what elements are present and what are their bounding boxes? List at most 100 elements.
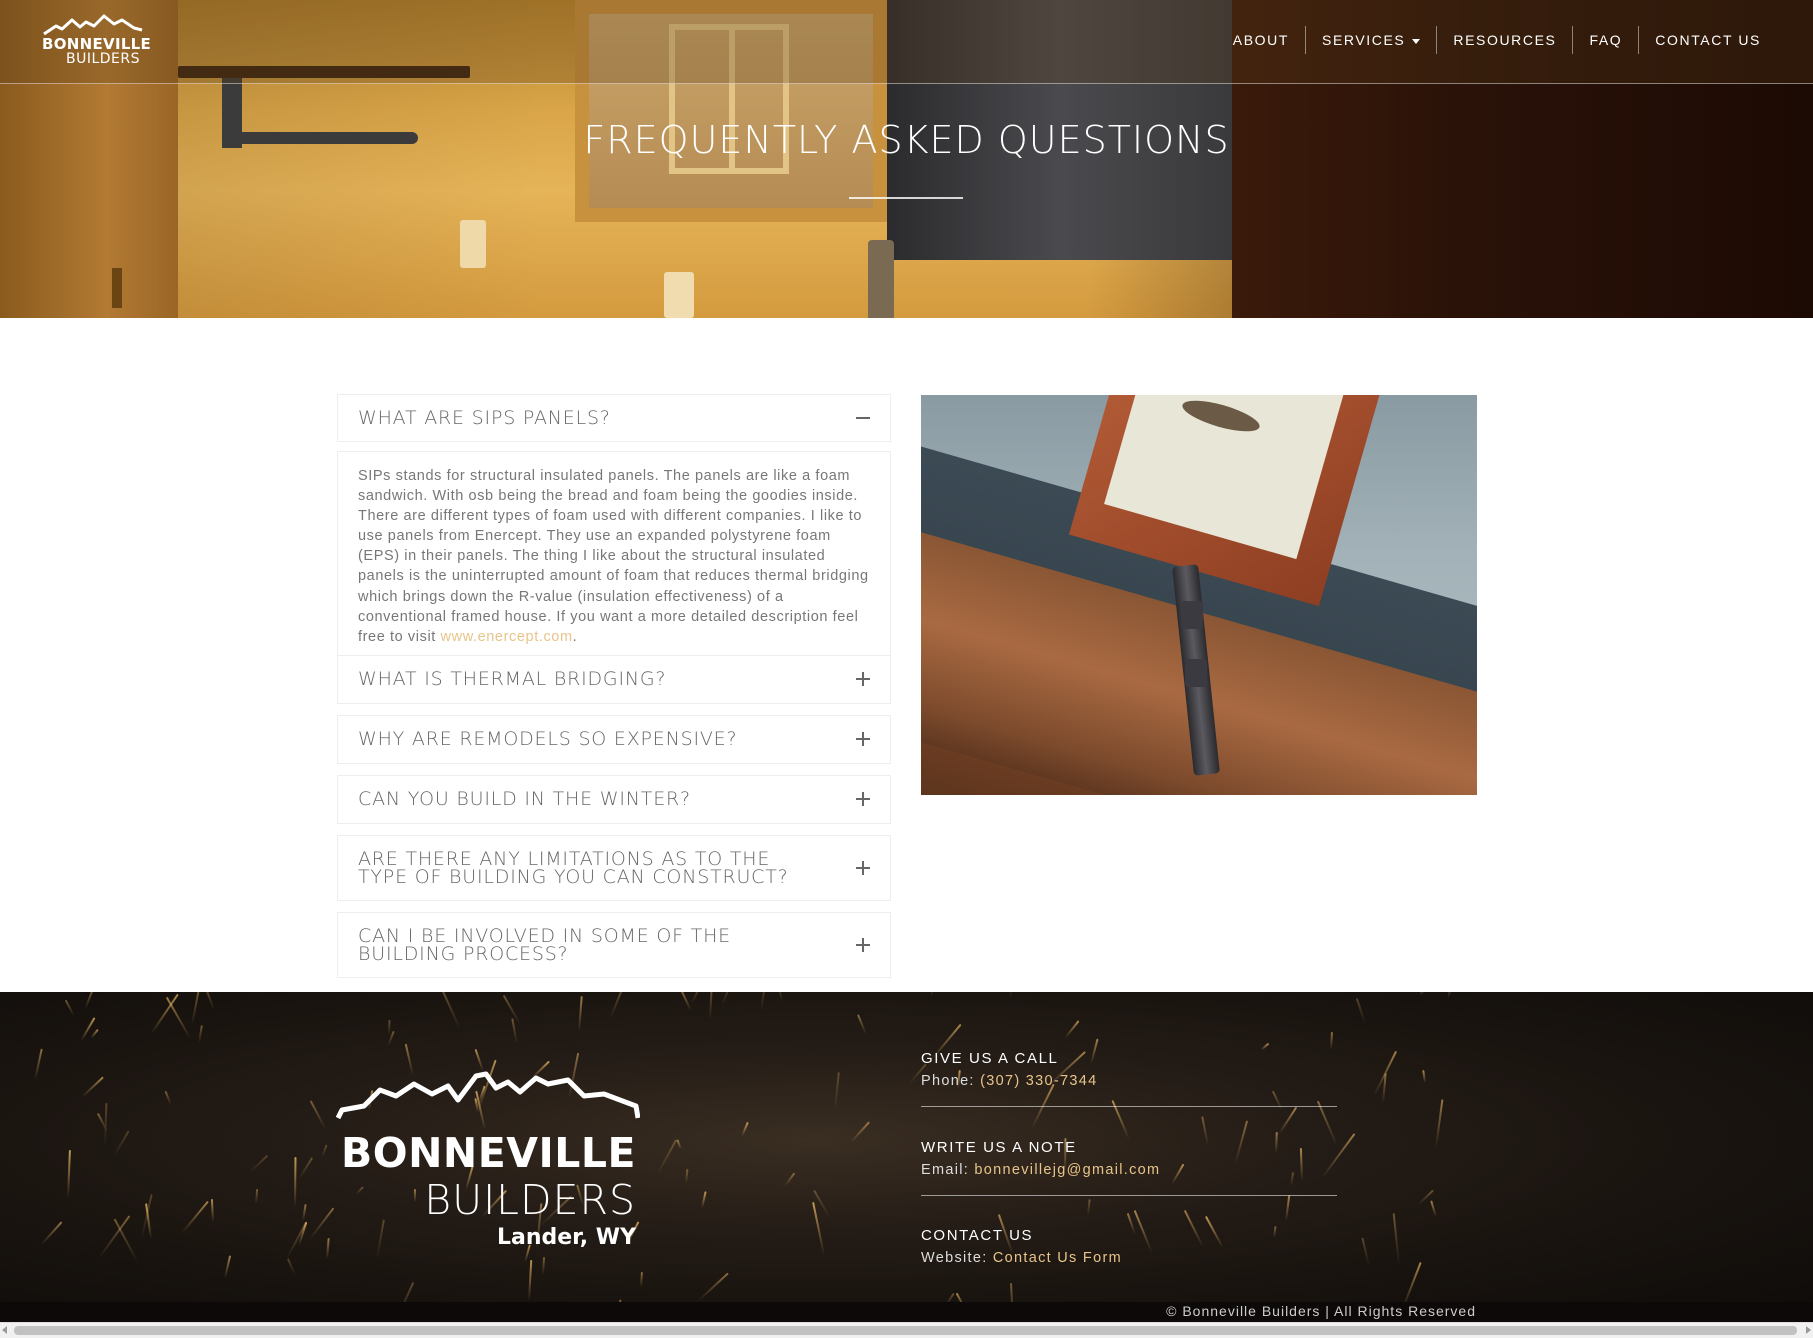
contact-call-line: Phone: (307) 330-7344 [921, 1070, 1337, 1092]
spark-decoration [697, 1273, 729, 1302]
horizontal-scrollbar[interactable] [0, 1322, 1813, 1338]
minus-icon[interactable] [856, 411, 870, 425]
spark-decoration [1361, 1237, 1370, 1267]
contact-call: GIVE US A CALL Phone: (307) 330-7344 [921, 1048, 1337, 1107]
plus-icon[interactable] [856, 860, 870, 875]
faq-question-text: CAN I BE INVOLVED IN SOME OF THE BUILDIN… [358, 924, 731, 965]
spark-decoration [1008, 992, 1012, 998]
nav-item-faq[interactable]: FAQ [1572, 26, 1638, 54]
hero-switch-image [460, 220, 486, 268]
header-logo[interactable]: BONNEVILLE BUILDERS [38, 14, 151, 70]
contact-divider [921, 1106, 1337, 1107]
nav-item-resources[interactable]: RESOURCES [1436, 26, 1572, 54]
spark-decoration [79, 1017, 96, 1042]
spark-decoration [1087, 1198, 1092, 1216]
plus-icon[interactable] [856, 792, 870, 807]
spark-decoration [1392, 1212, 1400, 1265]
enercept-link[interactable]: www.enercept.com [441, 629, 573, 645]
spark-decoration [191, 992, 201, 1026]
spark-decoration [609, 992, 632, 1020]
spark-decoration [309, 1207, 335, 1240]
faq-question-involved[interactable]: CAN I BE INVOLVED IN SOME OF THE BUILDIN… [338, 913, 890, 977]
nav-item-services-label: SERVICES [1322, 32, 1406, 48]
plus-icon[interactable] [856, 672, 870, 687]
spark-decoration [81, 1075, 105, 1098]
spark-decoration [700, 1191, 707, 1209]
footer-logo-line2: BUILDERS [424, 1176, 636, 1224]
scrollbar-thumb[interactable] [14, 1326, 1797, 1335]
spark-decoration [1417, 992, 1430, 996]
spark-decoration [64, 999, 76, 1017]
faq-item: CAN I BE INVOLVED IN SOME OF THE BUILDIN… [337, 911, 891, 978]
phone-label: Phone: [921, 1073, 981, 1089]
title-divider [849, 197, 963, 199]
contact-note-line: Email: bonnevillejg@gmail.com [921, 1159, 1337, 1181]
scroll-left-icon[interactable] [2, 1326, 7, 1334]
faq-question-winter[interactable]: CAN YOU BUILD IN THE WINTER? [338, 776, 890, 823]
faq-question-limitations[interactable]: ARE THERE ANY LIMITATIONS AS TO THE TYPE… [338, 836, 890, 900]
website-label: Website: [921, 1250, 993, 1266]
spark-decoration [656, 1139, 678, 1176]
spark-decoration [812, 1202, 826, 1256]
footer-location: Lander, WY [496, 1225, 636, 1250]
spark-decoration [309, 1100, 327, 1131]
spark-decoration [1429, 1200, 1437, 1218]
spark-decoration [542, 1257, 546, 1276]
nav-item-contact-us[interactable]: CONTACT US [1638, 26, 1777, 54]
faq-item: WHAT IS THERMAL BRIDGING? [337, 654, 891, 704]
spark-decoration [577, 996, 583, 1033]
faq-question-thermal-bridging[interactable]: WHAT IS THERMAL BRIDGING? [338, 656, 890, 703]
contact-note: WRITE US A NOTE Email: bonnevillejg@gmai… [921, 1137, 1337, 1196]
faq-question-text: WHAT IS THERMAL BRIDGING? [358, 668, 667, 691]
spark-decoration [1285, 1195, 1291, 1222]
spark-decoration [180, 1200, 209, 1235]
email-label: Email: [921, 1162, 975, 1178]
faq-item: CAN YOU BUILD IN THE WINTER? [337, 774, 891, 824]
spark-decoration [84, 992, 97, 1010]
spark-decoration [1278, 1106, 1298, 1135]
spark-decoration [286, 1221, 308, 1259]
faq-item: ARE THERE ANY LIMITATIONS AS TO THE TYPE… [337, 834, 891, 901]
faq-question-remodels[interactable]: WHY ARE REMODELS SO EXPENSIVE? [338, 716, 890, 763]
spark-decoration [223, 1255, 231, 1279]
spark-decoration [639, 1272, 643, 1288]
faq-question-text: CAN YOU BUILD IN THE WINTER? [358, 788, 691, 811]
plus-icon[interactable] [856, 937, 870, 952]
faq-accordion: WHAT ARE SIPS PANELS? SIPs stands for st… [337, 394, 891, 989]
spark-decoration [388, 1019, 391, 1036]
spark-decoration [166, 997, 192, 1039]
contact-divider [921, 1195, 1337, 1196]
spark-decoration [298, 1157, 313, 1180]
faq-question-text: ARE THERE ANY LIMITATIONS AS TO THE TYPE… [358, 847, 789, 888]
spark-decoration [103, 1103, 108, 1148]
spark-decoration [741, 1121, 750, 1137]
contact-form: CONTACT US Website: Contact Us Form [921, 1225, 1337, 1269]
spark-decoration [34, 1048, 43, 1081]
nav-item-about[interactable]: ABOUT [1217, 26, 1305, 54]
faq-item: WHAT ARE SIPS PANELS? [337, 394, 891, 442]
spark-decoration [372, 992, 377, 994]
footer-logo-line1: BONNEVILLE [341, 1129, 636, 1177]
contact-form-link[interactable]: Contact Us Form [993, 1250, 1122, 1266]
plus-icon[interactable] [856, 732, 870, 747]
faq-answer-text: SIPs stands for structural insulated pan… [358, 468, 869, 645]
faq-question-sips[interactable]: WHAT ARE SIPS PANELS? [338, 395, 890, 441]
spark-decoration [720, 992, 734, 1006]
nav-item-services[interactable]: SERVICES [1305, 26, 1436, 54]
page-title: FREQUENTLY ASKED QUESTIONS [583, 118, 1230, 162]
spark-decoration [684, 1168, 689, 1184]
spark-decoration [1434, 1099, 1444, 1149]
spark-decoration [691, 992, 709, 1004]
spark-decoration [164, 1090, 172, 1106]
footer-logo: BONNEVILLE BUILDERS Lander, WY [336, 1066, 640, 1256]
phone-link[interactable]: (307) 330-7344 [980, 1073, 1097, 1089]
spark-decoration [112, 1130, 129, 1157]
scroll-right-icon[interactable] [1806, 1326, 1811, 1334]
spark-decoration [783, 1172, 795, 1187]
faq-answer-tail: . [572, 628, 578, 645]
email-link[interactable]: bonnevillejg@gmail.com [974, 1162, 1160, 1178]
caret-down-icon [1412, 38, 1421, 44]
spark-decoration [442, 992, 461, 1030]
spark-decoration [301, 1204, 307, 1222]
contact-form-line: Website: Contact Us Form [921, 1247, 1337, 1269]
